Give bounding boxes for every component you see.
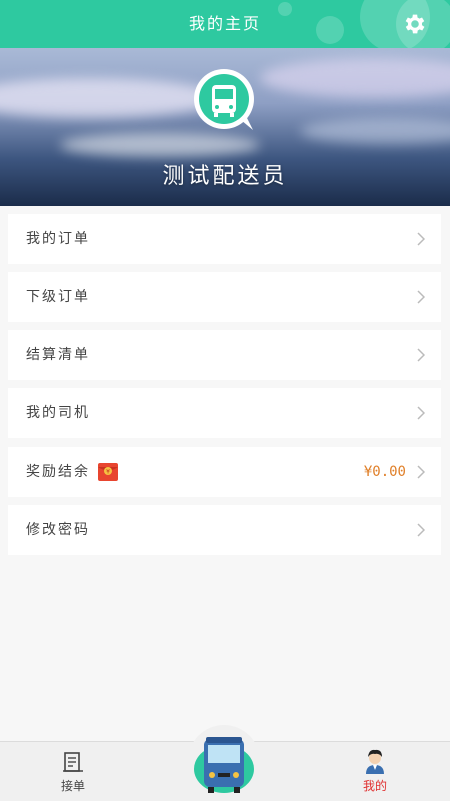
- user-avatar-icon: [366, 749, 384, 774]
- menu-change-password[interactable]: 修改密码: [8, 505, 441, 555]
- reward-amount: ¥0.00: [363, 464, 406, 480]
- tab-mine[interactable]: 我的: [342, 742, 408, 801]
- menu-label: 下级订单: [26, 289, 90, 305]
- menu-my-orders[interactable]: 我的订单: [8, 214, 441, 264]
- chevron-right-icon: [417, 232, 425, 246]
- tab-label: 我的: [362, 779, 387, 793]
- chevron-right-icon: [417, 348, 425, 362]
- banner-light-streak: [0, 78, 220, 118]
- menu-sub-orders[interactable]: 下级订单: [8, 272, 441, 322]
- receipt-icon: [63, 752, 83, 772]
- gear-icon[interactable]: [402, 11, 428, 37]
- red-envelope-icon: ¥: [98, 463, 118, 481]
- menu-label: 结算清单: [26, 347, 90, 363]
- menu-my-drivers[interactable]: 我的司机: [8, 388, 441, 438]
- profile-banner: 测试配送员: [0, 48, 450, 206]
- menu-settlement-list[interactable]: 结算清单: [8, 330, 441, 380]
- menu-label: 奖励结余: [26, 464, 90, 480]
- chevron-right-icon: [417, 290, 425, 304]
- banner-light-streak: [60, 133, 260, 157]
- menu-label: 修改密码: [26, 522, 90, 538]
- page-title: 我的主页: [188, 14, 261, 33]
- chevron-right-icon: [417, 523, 425, 537]
- tab-label: 接单: [60, 779, 85, 793]
- banner-light-streak: [260, 58, 450, 98]
- menu-label: 我的司机: [26, 405, 90, 421]
- tab-accept-orders[interactable]: 接单: [40, 742, 106, 801]
- chevron-right-icon: [417, 406, 425, 420]
- bus-chat-icon: [194, 69, 254, 130]
- top-app-bar: 我的主页: [0, 0, 450, 48]
- menu-reward-balance[interactable]: 奖励结余 ¥ ¥0.00: [8, 447, 441, 497]
- bus-icon: [194, 737, 254, 793]
- svg-text:¥: ¥: [106, 469, 110, 476]
- menu-label: 我的订单: [26, 231, 90, 247]
- profile-name: 测试配送员: [162, 164, 288, 189]
- chevron-right-icon: [417, 465, 425, 479]
- banner-light-streak: [300, 118, 450, 144]
- center-bus-button[interactable]: [188, 725, 260, 797]
